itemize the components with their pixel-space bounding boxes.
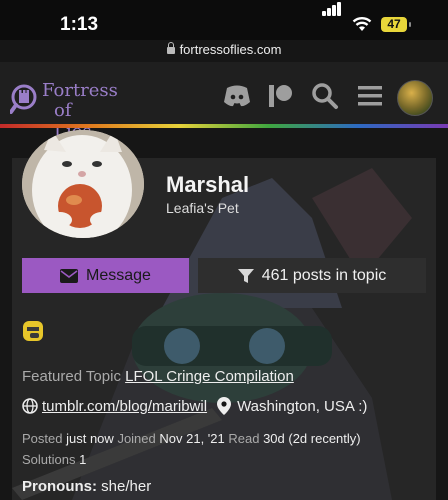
featured-topic-label: Featured Topic xyxy=(22,368,121,385)
globe-icon xyxy=(22,398,38,414)
posts-count-label: 461 posts in topic xyxy=(261,266,387,284)
site-header: Fortress of Lies xyxy=(0,62,448,142)
castle-magnifier-icon xyxy=(10,84,37,114)
message-label: Message xyxy=(86,266,151,284)
filter-posts-button[interactable]: 461 posts in topic xyxy=(198,258,426,293)
posted-value: just now xyxy=(66,431,114,446)
patreon-icon[interactable] xyxy=(266,82,296,110)
featured-topic-link[interactable]: LFOL Cringe Compilation xyxy=(125,368,294,385)
message-button[interactable]: Message xyxy=(22,258,189,293)
status-bar: 1:13 47 xyxy=(0,0,448,40)
joined-value: Nov 21, '21 xyxy=(159,431,225,446)
discord-icon[interactable] xyxy=(222,82,252,110)
flair-icon xyxy=(23,321,43,341)
solutions-label: Solutions xyxy=(22,452,76,467)
battery-indicator: 47 xyxy=(381,17,411,32)
wifi-icon xyxy=(352,17,372,31)
user-avatar[interactable] xyxy=(397,80,433,116)
cat-with-apple-image xyxy=(22,130,144,238)
search-icon[interactable] xyxy=(310,82,340,110)
joined-label: Joined xyxy=(117,431,156,446)
location-text: Washington, USA :) xyxy=(237,397,368,415)
site-logo[interactable]: Fortress of Lies xyxy=(10,78,118,142)
rainbow-divider xyxy=(0,124,448,128)
pronouns-label: Pronouns: xyxy=(22,478,97,495)
envelope-icon xyxy=(60,268,79,283)
profile-links: tumblr.com/blog/maribwil Washington, USA… xyxy=(22,397,367,415)
solutions-value: 1 xyxy=(79,452,87,467)
profile-avatar[interactable] xyxy=(22,130,144,238)
profile-title: Leafia's Pet xyxy=(166,200,239,216)
menu-icon[interactable] xyxy=(355,82,385,110)
logo-text-line1: Fortress xyxy=(42,80,118,101)
url-text: fortressoflies.com xyxy=(179,42,282,57)
read-label: Read xyxy=(228,431,260,446)
lock-icon xyxy=(166,42,175,54)
url-bar[interactable]: fortressoflies.com xyxy=(0,42,448,57)
location-pin-icon xyxy=(217,397,232,415)
pronouns: Pronouns: she/her xyxy=(22,478,151,495)
website-link[interactable]: tumblr.com/blog/maribwil xyxy=(42,398,207,415)
clock: 1:13 xyxy=(60,14,99,35)
filter-icon xyxy=(237,268,254,283)
profile-name: Marshal xyxy=(166,172,250,197)
profile-stats: Posted just now Joined Nov 21, '21 Read … xyxy=(22,428,361,470)
pronouns-value: she/her xyxy=(101,478,152,495)
featured-topic: Featured Topic LFOL Cringe Compilation xyxy=(22,368,294,385)
posted-label: Posted xyxy=(22,431,63,446)
read-value: 30d (2d recently) xyxy=(263,431,361,446)
